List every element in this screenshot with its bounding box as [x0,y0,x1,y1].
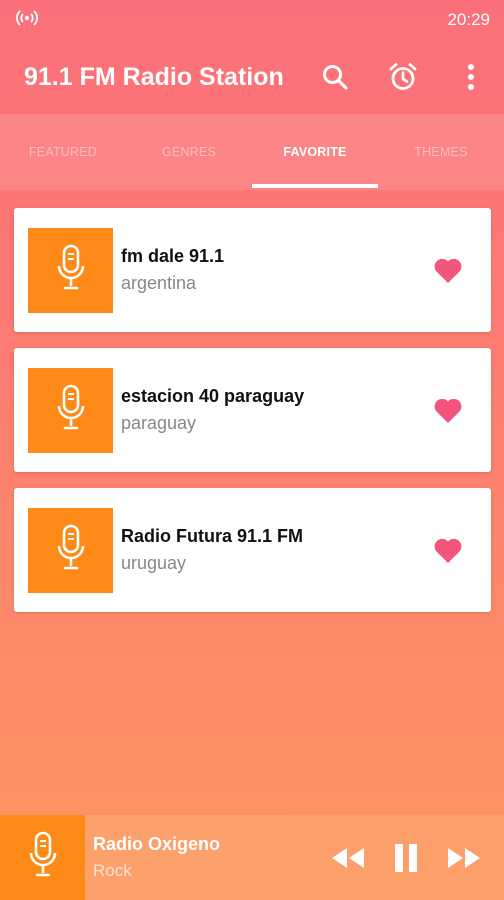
radio-broadcast-icon [16,9,38,32]
microphone-icon [57,384,85,437]
list-item[interactable]: fm dale 91.1 argentina [14,208,491,332]
microphone-icon [57,244,85,297]
station-info: fm dale 91.1 argentina [121,246,431,294]
player-info: Radio Oxigeno Rock [93,834,328,881]
search-icon[interactable] [318,60,352,94]
player-genre: Rock [93,861,132,880]
more-vert-icon[interactable] [454,60,488,94]
station-name: estacion 40 paraguay [121,386,305,406]
tab-featured[interactable]: FEATURED [0,114,126,190]
fast-forward-icon[interactable] [444,838,484,878]
status-bar: 20:29 [0,0,504,40]
pause-icon[interactable] [386,838,426,878]
heart-icon[interactable] [431,253,465,287]
player-thumbnail [0,815,85,900]
status-time: 20:29 [447,10,490,29]
alarm-clock-icon[interactable] [386,60,420,94]
station-country: uruguay [121,553,187,573]
station-country: paraguay [121,413,197,433]
heart-icon[interactable] [431,393,465,427]
player-station-name: Radio Oxigeno [93,834,221,854]
station-thumbnail [28,367,113,453]
app-title: 91.1 FM Radio Station [24,62,284,91]
tab-favorite[interactable]: FAVORITE [252,114,378,190]
tab-themes[interactable]: THEMES [378,114,504,190]
app-bar: 91.1 FM Radio Station [0,40,504,114]
tab-bar: FEATURED GENRES FAVORITE THEMES [0,114,504,190]
favorites-list: fm dale 91.1 argentina estacion 40 parag… [14,208,491,628]
station-thumbnail [28,507,113,593]
station-name: fm dale 91.1 [121,246,225,266]
microphone-icon [57,524,85,577]
mini-player[interactable]: Radio Oxigeno Rock [0,815,504,900]
heart-icon[interactable] [431,533,465,567]
station-info: estacion 40 paraguay paraguay [121,386,431,434]
microphone-icon [29,831,57,884]
tab-genres[interactable]: GENRES [126,114,252,190]
list-item[interactable]: estacion 40 paraguay paraguay [14,348,491,472]
station-name: Radio Futura 91.1 FM [121,526,304,546]
list-item[interactable]: Radio Futura 91.1 FM uruguay [14,488,491,612]
station-country: argentina [121,273,197,293]
station-info: Radio Futura 91.1 FM uruguay [121,526,431,574]
station-thumbnail [28,227,113,313]
rewind-icon[interactable] [328,838,368,878]
